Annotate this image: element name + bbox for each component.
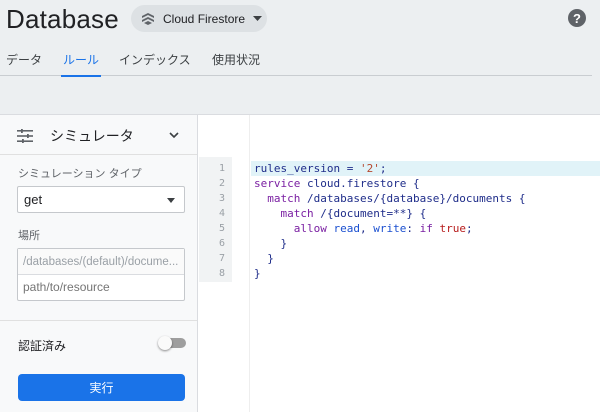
code-token: match xyxy=(254,207,314,220)
tab-usage[interactable]: 使用状況 xyxy=(212,51,260,76)
line-number: 1 xyxy=(218,163,225,174)
code-line: } xyxy=(254,237,288,250)
line-number: 7 xyxy=(218,253,225,264)
code-token: read xyxy=(326,222,360,235)
code-token: /{document=**} { xyxy=(313,207,427,220)
toggle-knob xyxy=(158,336,172,350)
simulator-panel: シミュレータ シミュレーション タイプ get 場所 /databases/(d… xyxy=(0,115,198,412)
rules-panel: シミュレータ シミュレーション タイプ get 場所 /databases/(d… xyxy=(0,114,600,412)
tune-icon xyxy=(17,129,33,143)
line-number: 4 xyxy=(218,208,225,219)
line-number: 2 xyxy=(218,178,225,189)
dropdown-arrow-icon xyxy=(167,198,175,203)
code-line: service cloud.firestore { xyxy=(254,176,420,191)
simulation-type-label: シミュレーション タイプ xyxy=(18,168,142,180)
help-icon[interactable]: ? xyxy=(568,9,586,27)
rules-editor[interactable]: 1 2 3 4 5 6 7 8 rules_version = '2'; ser… xyxy=(199,115,600,412)
simulation-type-select[interactable]: get xyxy=(17,186,185,213)
simulator-header[interactable]: シミュレータ xyxy=(0,115,197,155)
code-token: /databases/{database}/documents { xyxy=(300,192,526,205)
code-token: allow xyxy=(254,222,327,235)
code-token: : xyxy=(406,222,420,235)
code-token: , xyxy=(359,222,374,235)
code-token: write xyxy=(373,222,407,235)
caret-down-icon xyxy=(253,15,263,22)
line-number: 5 xyxy=(218,223,225,234)
tab-rules[interactable]: ルール xyxy=(60,51,102,77)
code-token: cloud.firestore { xyxy=(300,177,420,190)
code-token: true xyxy=(439,222,466,235)
code-line: allow read, write: if true; xyxy=(254,221,473,236)
code-token: ; xyxy=(379,162,387,175)
firestore-icon xyxy=(141,12,155,26)
database-selector[interactable]: Cloud Firestore xyxy=(131,5,267,32)
authenticated-label: 認証済み xyxy=(18,339,67,353)
line-gutter: 1 2 3 4 5 6 7 8 xyxy=(199,115,250,412)
code-line: match /databases/{database}/documents { xyxy=(254,191,526,206)
simulation-type-value: get xyxy=(24,192,43,207)
database-selector-label: Cloud Firestore xyxy=(163,11,246,26)
tab-bar: データ ルール インデックス 使用状況 xyxy=(0,48,592,77)
code-token: '2' xyxy=(359,162,380,175)
code-token: service xyxy=(254,177,301,190)
run-button[interactable]: 実行 xyxy=(18,374,185,401)
chevron-down-icon[interactable] xyxy=(168,129,180,141)
simulator-title: シミュレータ xyxy=(50,128,134,144)
location-path-input[interactable] xyxy=(18,275,184,300)
code-token: rules_version = xyxy=(254,162,360,175)
line-number: 8 xyxy=(218,268,225,279)
line-number: 3 xyxy=(218,193,225,204)
code-line: } xyxy=(254,252,274,265)
line-number: 6 xyxy=(218,238,225,249)
tab-indexes[interactable]: インデックス xyxy=(119,51,191,76)
divider xyxy=(0,320,197,321)
location-prefix: /databases/(default)/docume... xyxy=(18,249,184,275)
code-line: rules_version = '2'; xyxy=(254,161,386,176)
authenticated-toggle[interactable] xyxy=(158,336,186,351)
code-line: } xyxy=(254,267,261,280)
page-title: Database xyxy=(6,4,119,34)
code-token: if xyxy=(419,222,433,235)
top-bar: Database Cloud Firestore ? xyxy=(0,0,600,40)
location-field: /databases/(default)/docume... xyxy=(17,248,185,301)
location-label: 場所 xyxy=(18,230,40,242)
code-line: match /{document=**} { xyxy=(254,206,426,221)
code-token: ; xyxy=(465,222,473,235)
tab-data[interactable]: データ xyxy=(6,51,42,76)
code-token: match xyxy=(254,192,301,205)
